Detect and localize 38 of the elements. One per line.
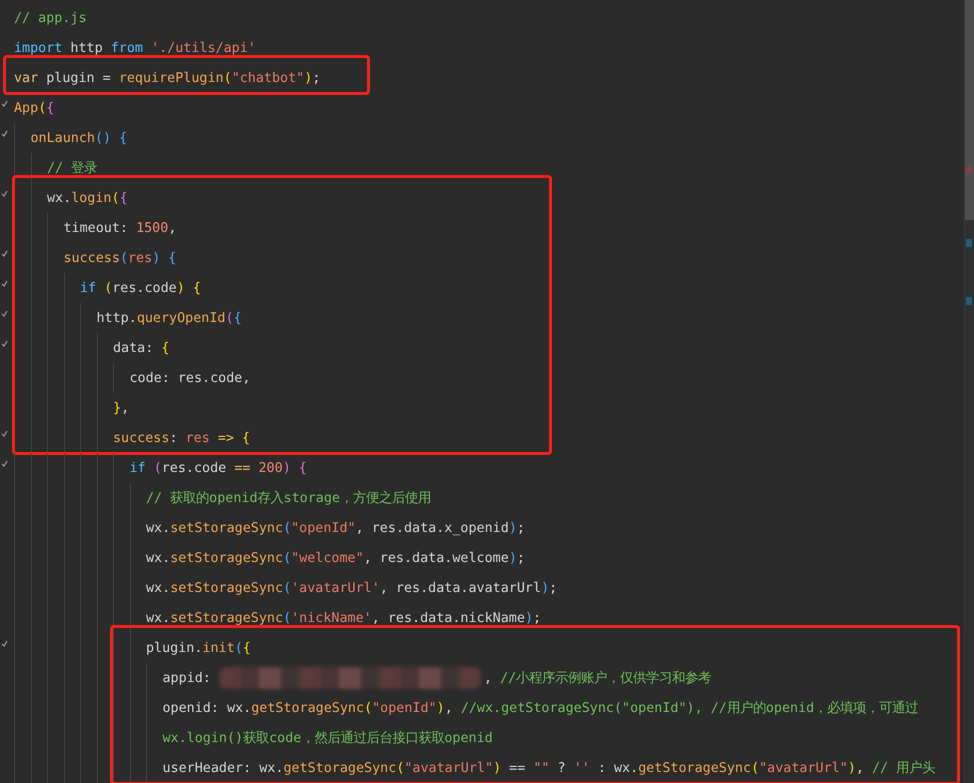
- code-text: // 获取的openid存入storage，方便之后使用: [146, 490, 431, 507]
- code-text: openid: wx.getStorageSync("openId"), //wx.getStorageSync("openId"), //用户的openid，必填项，可通过: [162, 700, 918, 717]
- code-text: wx.setStorageSync("openId", res.data.x_openid);: [146, 520, 525, 536]
- code-text: wx.setStorageSync('nickName', res.data.nickName);: [146, 610, 542, 626]
- fold-icon[interactable]: [1, 310, 8, 316]
- code-text: onLaunch() {: [30, 130, 128, 146]
- scrollbar[interactable]: [964, 0, 974, 783]
- fold-icon[interactable]: [1, 190, 8, 196]
- fold-icon[interactable]: [1, 340, 8, 346]
- code-text: },: [113, 400, 130, 416]
- fold-icon[interactable]: [1, 250, 8, 256]
- code-text: userHeader: wx.getStorageSync("avatarUrl") == "" ? '' : wx.getStorageSync("avatarUrl"), // 用户头: [162, 760, 936, 777]
- code-text: // 登录: [47, 160, 98, 177]
- code-text: appid:: [162, 670, 212, 686]
- code-text: success(res) {: [64, 250, 176, 266]
- code-text: data: {: [113, 340, 170, 356]
- fold-icon[interactable]: [1, 430, 8, 436]
- code-text: timeout: 1500,: [64, 220, 176, 236]
- code-text: , //小程序示例账户，仅供学习和参考: [484, 670, 712, 687]
- code-text: // app.js: [14, 10, 87, 26]
- fold-icon[interactable]: [1, 460, 8, 466]
- code-text: code: res.code,: [130, 370, 250, 386]
- code-text: http.queryOpenId({: [96, 310, 242, 326]
- code-text: wx.login({: [47, 190, 128, 206]
- code-text: wx.setStorageSync('avatarUrl', res.data.avatarUrl);: [146, 580, 558, 596]
- fold-icon[interactable]: [1, 100, 8, 106]
- code-text: App({: [14, 100, 54, 116]
- code-text: if (res.code == 200) {: [130, 460, 307, 476]
- code-text: import http from './utils/api': [14, 40, 256, 56]
- code-text: success: res => {: [113, 430, 250, 446]
- fold-icon[interactable]: [1, 280, 8, 286]
- code-text: if (res.code) {: [80, 280, 201, 296]
- fold-icon[interactable]: [1, 640, 8, 646]
- fold-icon[interactable]: [1, 130, 8, 136]
- code-text: wx.login()获取code，然后通过后台接口获取openid: [162, 730, 493, 747]
- code-text: plugin.init({: [146, 640, 251, 656]
- code-text: wx.setStorageSync("welcome", res.data.welcome);: [146, 550, 525, 566]
- code-text: var plugin = requirePlugin("chatbot");: [14, 70, 320, 86]
